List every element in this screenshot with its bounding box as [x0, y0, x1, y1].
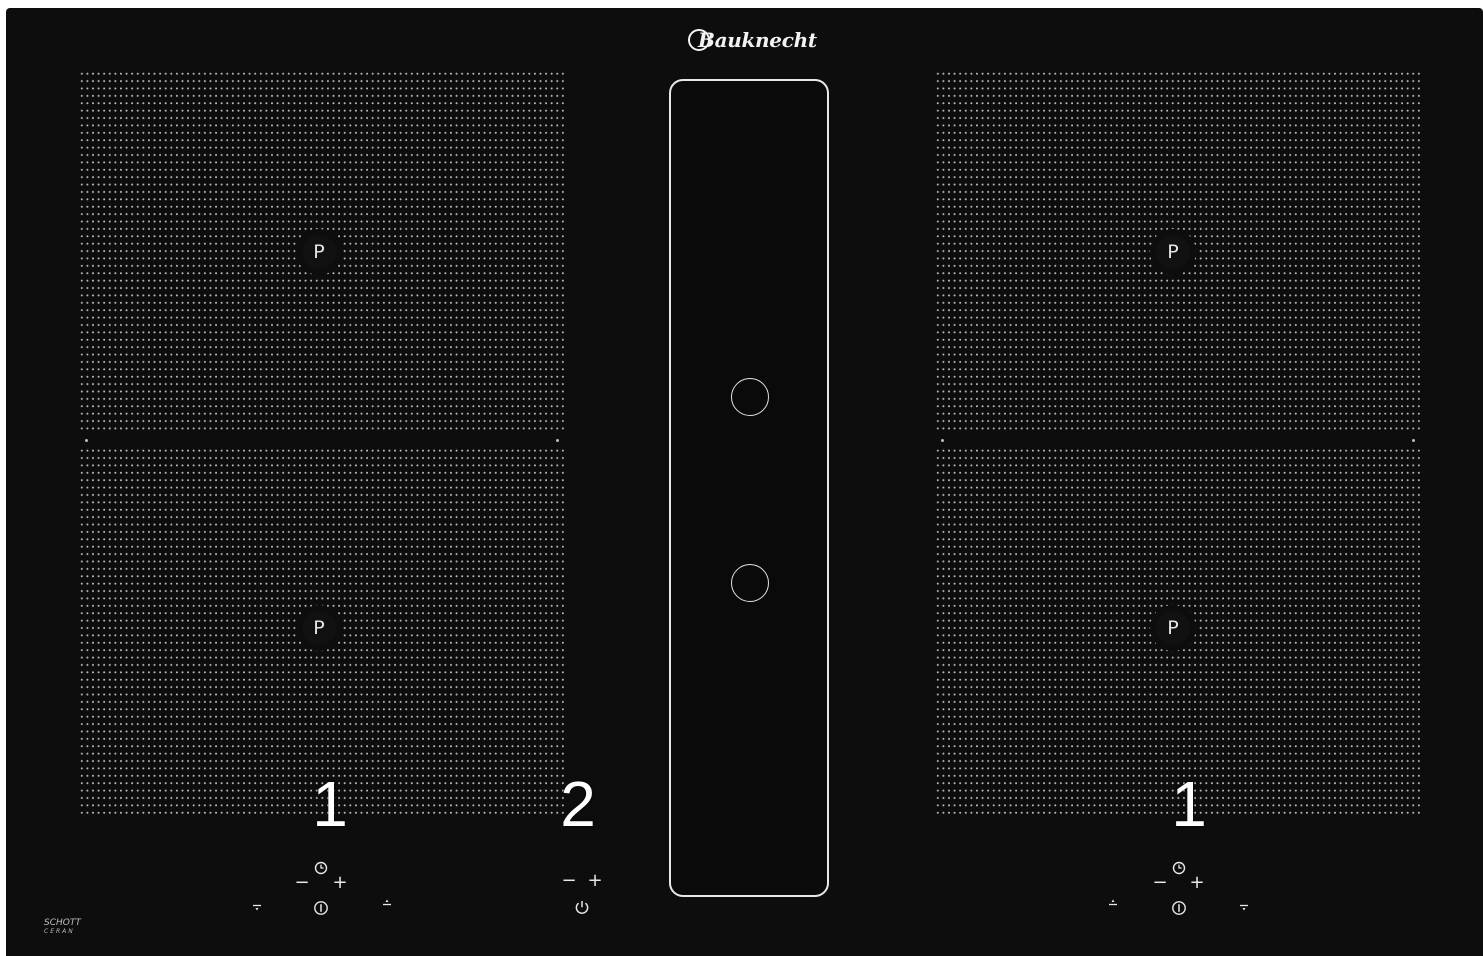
left-minus-button[interactable]: − [292, 874, 312, 892]
glass-brand-line2: CERAN [44, 928, 75, 935]
clock-icon [314, 861, 328, 875]
left-plus-button[interactable]: + [330, 874, 350, 892]
right-flexi-cooking-zone[interactable]: P P [935, 70, 1421, 818]
integrated-extractor-hood [669, 79, 829, 897]
arrow-down-icon [1240, 904, 1248, 911]
left-power-button[interactable] [311, 900, 331, 919]
glass-manufacturer-mark: SCHOTT CERAN [44, 918, 81, 936]
brand-logo: Bauknecht [688, 28, 817, 52]
brand-logo-text: Bauknecht [698, 28, 817, 52]
power-icon [314, 901, 328, 915]
right-level-down-button[interactable] [1236, 904, 1252, 915]
left-zone-divider [79, 432, 565, 448]
power-icon [575, 901, 589, 914]
arrow-down-icon [253, 904, 261, 911]
right-zone-divider [935, 432, 1421, 448]
hood-minus-button[interactable]: − [559, 872, 579, 890]
right-minus-button[interactable]: − [1150, 874, 1170, 892]
left-flexi-cooking-zone[interactable]: P P [79, 70, 565, 818]
right-plus-button[interactable]: + [1187, 874, 1207, 892]
left-top-zone-p-marker[interactable]: P [302, 235, 336, 269]
callout-number-right: 1 [1171, 768, 1207, 840]
hood-upper-circle-marker [731, 378, 769, 416]
left-timer-button[interactable] [311, 861, 331, 878]
clock-icon [1172, 861, 1186, 875]
hood-power-button[interactable] [572, 899, 592, 918]
left-bottom-zone-p-marker[interactable]: P [302, 611, 336, 645]
right-bottom-zone-p-marker[interactable]: P [1156, 611, 1190, 645]
glass-brand-line1: SCHOTT [44, 918, 81, 928]
callout-number-center: 2 [560, 768, 596, 840]
right-timer-button[interactable] [1169, 861, 1189, 878]
power-icon [1172, 901, 1186, 915]
right-power-button[interactable] [1169, 900, 1189, 919]
arrow-up-icon [383, 899, 391, 906]
right-level-up-button[interactable] [1105, 898, 1121, 909]
right-top-zone-p-marker[interactable]: P [1156, 235, 1190, 269]
left-level-down-button[interactable] [249, 904, 265, 915]
hood-plus-button[interactable]: + [585, 872, 605, 890]
arrow-up-icon [1109, 899, 1117, 906]
hood-lower-circle-marker [731, 564, 769, 602]
left-level-up-button[interactable] [379, 898, 395, 909]
callout-number-left: 1 [312, 768, 348, 840]
